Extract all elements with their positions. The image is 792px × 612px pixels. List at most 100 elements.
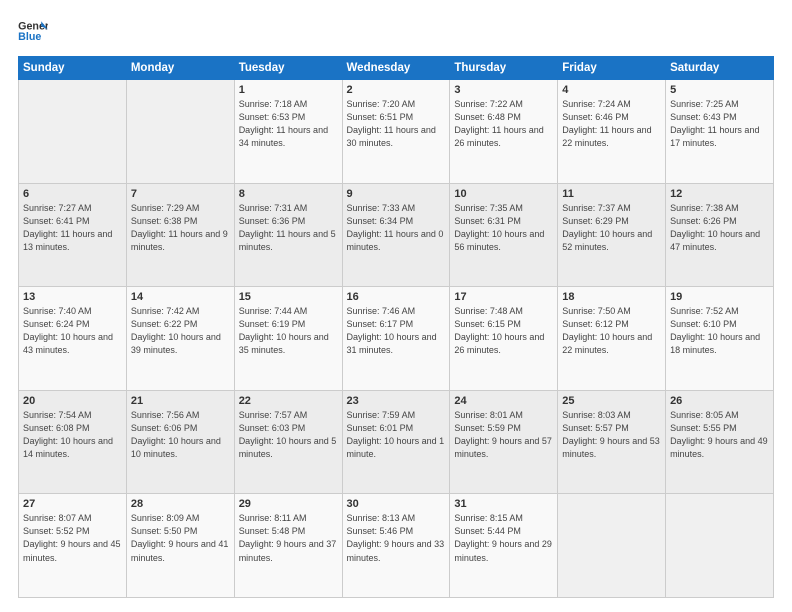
day-detail: Sunrise: 8:11 AM Sunset: 5:48 PM Dayligh…	[239, 512, 338, 564]
day-number: 31	[454, 498, 553, 510]
day-cell: 28 Sunrise: 8:09 AM Sunset: 5:50 PM Dayli…	[126, 494, 234, 598]
page: General Blue SundayMondayTuesdayWednesda…	[0, 0, 792, 612]
day-number: 4	[562, 84, 661, 96]
svg-text:Blue: Blue	[18, 31, 41, 43]
day-number: 16	[347, 291, 446, 303]
day-number: 14	[131, 291, 230, 303]
day-number: 11	[562, 188, 661, 200]
day-number: 19	[670, 291, 769, 303]
weekday-header-tuesday: Tuesday	[234, 57, 342, 80]
weekday-header-sunday: Sunday	[19, 57, 127, 80]
day-detail: Sunrise: 7:29 AM Sunset: 6:38 PM Dayligh…	[131, 202, 230, 254]
day-detail: Sunrise: 7:27 AM Sunset: 6:41 PM Dayligh…	[23, 202, 122, 254]
weekday-header-saturday: Saturday	[666, 57, 774, 80]
day-number: 2	[347, 84, 446, 96]
day-detail: Sunrise: 7:52 AM Sunset: 6:10 PM Dayligh…	[670, 305, 769, 357]
week-row-1: 1 Sunrise: 7:18 AM Sunset: 6:53 PM Daylig…	[19, 80, 774, 184]
day-number: 8	[239, 188, 338, 200]
day-detail: Sunrise: 7:56 AM Sunset: 6:06 PM Dayligh…	[131, 409, 230, 461]
day-detail: Sunrise: 7:57 AM Sunset: 6:03 PM Dayligh…	[239, 409, 338, 461]
day-detail: Sunrise: 8:05 AM Sunset: 5:55 PM Dayligh…	[670, 409, 769, 461]
day-number: 9	[347, 188, 446, 200]
day-cell: 16 Sunrise: 7:46 AM Sunset: 6:17 PM Dayli…	[342, 287, 450, 391]
day-cell: 19 Sunrise: 7:52 AM Sunset: 6:10 PM Dayli…	[666, 287, 774, 391]
day-cell: 30 Sunrise: 8:13 AM Sunset: 5:46 PM Dayli…	[342, 494, 450, 598]
day-detail: Sunrise: 7:24 AM Sunset: 6:46 PM Dayligh…	[562, 98, 661, 150]
day-number: 5	[670, 84, 769, 96]
day-detail: Sunrise: 7:18 AM Sunset: 6:53 PM Dayligh…	[239, 98, 338, 150]
weekday-header-row: SundayMondayTuesdayWednesdayThursdayFrid…	[19, 57, 774, 80]
day-detail: Sunrise: 7:44 AM Sunset: 6:19 PM Dayligh…	[239, 305, 338, 357]
day-detail: Sunrise: 7:25 AM Sunset: 6:43 PM Dayligh…	[670, 98, 769, 150]
day-detail: Sunrise: 7:33 AM Sunset: 6:34 PM Dayligh…	[347, 202, 446, 254]
day-number: 18	[562, 291, 661, 303]
day-cell: 31 Sunrise: 8:15 AM Sunset: 5:44 PM Dayli…	[450, 494, 558, 598]
day-detail: Sunrise: 8:03 AM Sunset: 5:57 PM Dayligh…	[562, 409, 661, 461]
day-cell: 1 Sunrise: 7:18 AM Sunset: 6:53 PM Daylig…	[234, 80, 342, 184]
day-detail: Sunrise: 7:40 AM Sunset: 6:24 PM Dayligh…	[23, 305, 122, 357]
day-detail: Sunrise: 7:22 AM Sunset: 6:48 PM Dayligh…	[454, 98, 553, 150]
day-detail: Sunrise: 7:50 AM Sunset: 6:12 PM Dayligh…	[562, 305, 661, 357]
day-number: 28	[131, 498, 230, 510]
week-row-4: 20 Sunrise: 7:54 AM Sunset: 6:08 PM Dayli…	[19, 390, 774, 494]
day-number: 24	[454, 395, 553, 407]
day-detail: Sunrise: 7:38 AM Sunset: 6:26 PM Dayligh…	[670, 202, 769, 254]
day-cell: 17 Sunrise: 7:48 AM Sunset: 6:15 PM Dayli…	[450, 287, 558, 391]
day-number: 3	[454, 84, 553, 96]
day-detail: Sunrise: 7:48 AM Sunset: 6:15 PM Dayligh…	[454, 305, 553, 357]
day-cell: 23Sunrise: 7:59 AM Sunset: 6:01 PM Dayli…	[342, 390, 450, 494]
day-cell: 8 Sunrise: 7:31 AM Sunset: 6:36 PM Daylig…	[234, 183, 342, 287]
day-number: 23	[347, 395, 446, 407]
day-cell: 22 Sunrise: 7:57 AM Sunset: 6:03 PM Dayli…	[234, 390, 342, 494]
day-number: 25	[562, 395, 661, 407]
day-cell: 20 Sunrise: 7:54 AM Sunset: 6:08 PM Dayli…	[19, 390, 127, 494]
week-row-3: 13 Sunrise: 7:40 AM Sunset: 6:24 PM Dayli…	[19, 287, 774, 391]
day-cell: 3 Sunrise: 7:22 AM Sunset: 6:48 PM Daylig…	[450, 80, 558, 184]
day-cell: 25 Sunrise: 8:03 AM Sunset: 5:57 PM Dayli…	[558, 390, 666, 494]
day-number: 10	[454, 188, 553, 200]
day-detail: Sunrise: 8:01 AM Sunset: 5:59 PM Dayligh…	[454, 409, 553, 461]
week-row-5: 27Sunrise: 8:07 AM Sunset: 5:52 PM Dayli…	[19, 494, 774, 598]
day-number: 17	[454, 291, 553, 303]
day-cell: 18 Sunrise: 7:50 AM Sunset: 6:12 PM Dayli…	[558, 287, 666, 391]
weekday-header-friday: Friday	[558, 57, 666, 80]
day-cell	[126, 80, 234, 184]
day-number: 1	[239, 84, 338, 96]
day-number: 13	[23, 291, 122, 303]
day-detail: Sunrise: 7:42 AM Sunset: 6:22 PM Dayligh…	[131, 305, 230, 357]
day-detail: Sunrise: 7:54 AM Sunset: 6:08 PM Dayligh…	[23, 409, 122, 461]
day-number: 22	[239, 395, 338, 407]
weekday-header-wednesday: Wednesday	[342, 57, 450, 80]
day-detail: Sunrise: 7:31 AM Sunset: 6:36 PM Dayligh…	[239, 202, 338, 254]
day-cell: 5 Sunrise: 7:25 AM Sunset: 6:43 PM Daylig…	[666, 80, 774, 184]
day-cell: 7Sunrise: 7:29 AM Sunset: 6:38 PM Daylig…	[126, 183, 234, 287]
day-number: 30	[347, 498, 446, 510]
day-cell	[666, 494, 774, 598]
day-number: 21	[131, 395, 230, 407]
day-cell	[558, 494, 666, 598]
day-cell	[19, 80, 127, 184]
day-cell: 29 Sunrise: 8:11 AM Sunset: 5:48 PM Dayli…	[234, 494, 342, 598]
day-cell: 4 Sunrise: 7:24 AM Sunset: 6:46 PM Daylig…	[558, 80, 666, 184]
day-number: 12	[670, 188, 769, 200]
day-number: 29	[239, 498, 338, 510]
header: General Blue	[18, 18, 774, 46]
calendar-table: SundayMondayTuesdayWednesdayThursdayFrid…	[18, 56, 774, 598]
day-detail: Sunrise: 8:15 AM Sunset: 5:44 PM Dayligh…	[454, 512, 553, 564]
logo-icon: General Blue	[18, 18, 48, 46]
day-number: 26	[670, 395, 769, 407]
day-detail: Sunrise: 8:13 AM Sunset: 5:46 PM Dayligh…	[347, 512, 446, 564]
day-detail: Sunrise: 7:35 AM Sunset: 6:31 PM Dayligh…	[454, 202, 553, 254]
day-number: 6	[23, 188, 122, 200]
day-detail: Sunrise: 7:46 AM Sunset: 6:17 PM Dayligh…	[347, 305, 446, 357]
day-detail: Sunrise: 8:09 AM Sunset: 5:50 PM Dayligh…	[131, 512, 230, 564]
weekday-header-thursday: Thursday	[450, 57, 558, 80]
day-cell: 14 Sunrise: 7:42 AM Sunset: 6:22 PM Dayli…	[126, 287, 234, 391]
day-cell: 10 Sunrise: 7:35 AM Sunset: 6:31 PM Dayli…	[450, 183, 558, 287]
day-cell: 9 Sunrise: 7:33 AM Sunset: 6:34 PM Daylig…	[342, 183, 450, 287]
day-cell: 6 Sunrise: 7:27 AM Sunset: 6:41 PM Daylig…	[19, 183, 127, 287]
day-cell: 12 Sunrise: 7:38 AM Sunset: 6:26 PM Dayli…	[666, 183, 774, 287]
day-number: 27	[23, 498, 122, 510]
day-cell: 11Sunrise: 7:37 AM Sunset: 6:29 PM Dayli…	[558, 183, 666, 287]
day-number: 20	[23, 395, 122, 407]
